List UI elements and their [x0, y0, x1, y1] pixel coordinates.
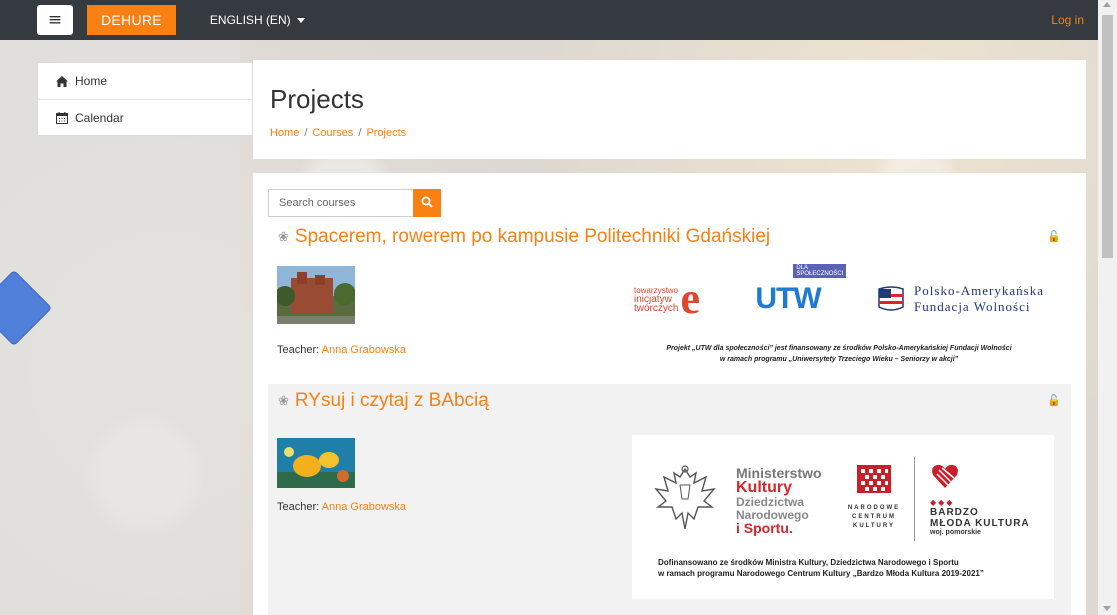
search-courses-input[interactable] — [268, 189, 413, 217]
course-title-text: RYsuj i czytaj z BAbcią — [294, 390, 489, 411]
pafw-text-line: Fundacja Wolności — [914, 299, 1031, 314]
graduation-cap-icon: ❀ — [278, 229, 289, 245]
course-image[interactable] — [277, 434, 355, 492]
page-scrollbar[interactable] — [1098, 0, 1117, 615]
graduation-cap-icon: ❀ — [278, 393, 289, 409]
breadcrumb: Home / Courses / Projects — [270, 127, 406, 139]
sponsor-caption-line: Projekt „UTW dla społeczności” jest fina… — [666, 345, 1012, 352]
breadcrumb-item-courses[interactable]: Courses — [312, 127, 353, 139]
sponsor-caption-line: Dofinansowano ze środków Ministra Kultur… — [658, 558, 959, 567]
bmk-logo: ◆◆◆ BARDZO MŁODA KULTURA woj. pomorskie — [930, 461, 1030, 536]
nck-text-line: NARODOWE — [847, 505, 901, 511]
course-title-text: Spacerem, rowerem po kampusie Politechni… — [294, 226, 771, 247]
nav-item-label: Home — [75, 74, 108, 88]
course-card: ❀ Spacerem, rowerem po kampusie Politech… — [268, 220, 1071, 366]
login-link[interactable]: Log in — [1051, 13, 1084, 27]
pafw-text-line: Polsko-Amerykańska — [914, 283, 1044, 298]
tiw-logo: towarzystwo inicjatyw twórczych e — [634, 274, 700, 323]
home-icon — [56, 75, 68, 87]
bmk-heart-icon — [932, 464, 958, 488]
sponsor-caption-line: w ramach programu Narodowego Centrum Kul… — [658, 569, 984, 578]
hamburger-icon: ≡ — [47, 10, 63, 30]
logo-divider — [914, 457, 915, 541]
utw-logo-text: UTW — [755, 282, 821, 315]
sponsor-caption: Dofinansowano ze środków Ministra Kultur… — [658, 557, 984, 579]
breadcrumb-separator: / — [358, 127, 362, 139]
teacher-info: Teacher: Anna Grabowska — [277, 344, 406, 356]
site-brand-link[interactable]: DEHURE — [87, 5, 176, 35]
nav-item-home[interactable]: Home — [38, 63, 252, 99]
teacher-name-link[interactable]: Anna Grabowska — [322, 501, 406, 513]
nck-grid-icon — [857, 465, 891, 493]
page-header: Projects Home / Courses / Projects — [253, 60, 1086, 159]
menu-toggle-button[interactable]: ≡ — [37, 5, 73, 35]
nav-item-label: Calendar — [75, 110, 124, 125]
top-navbar: ≡ DEHURE ENGLISH (EN) Log in — [0, 0, 1098, 40]
nav-item-calendar[interactable]: Calendar — [38, 99, 252, 135]
search-icon — [421, 196, 433, 211]
unlock-icon: 🔓 — [1047, 230, 1061, 243]
sponsor-banner: Ministerstwo Kultury Dziedzictwa Narodow… — [632, 435, 1054, 599]
course-title-link[interactable]: ❀ RYsuj i czytaj z BAbcią — [278, 390, 489, 412]
nck-text-line: CENTRUM — [852, 514, 896, 520]
caret-down-icon — [296, 17, 305, 23]
search-button[interactable] — [413, 189, 441, 217]
teacher-label: Teacher: — [277, 501, 320, 513]
bmk-text-line: MŁODA KULTURA — [930, 518, 1030, 529]
teacher-name-link[interactable]: Anna Grabowska — [322, 344, 406, 356]
nck-text-line: KULTURY — [853, 523, 895, 529]
teacher-label: Teacher: — [277, 344, 320, 356]
drawer-nav-list: Home Calendar — [37, 62, 253, 136]
utw-badge: DLA SPOŁECZNOŚCI — [793, 264, 847, 278]
pafw-logo: Polsko-Amerykańska Fundacja Wolności — [876, 283, 1044, 315]
page-title: Projects — [270, 84, 364, 114]
polish-eagle-emblem-icon — [654, 465, 716, 530]
ministry-logo: Ministerstwo Kultury Dziedzictwa Narodow… — [736, 466, 822, 536]
breadcrumb-item-home[interactable]: Home — [270, 127, 299, 139]
sponsor-caption: Projekt „UTW dla społeczności” jest fina… — [634, 343, 1044, 365]
ministry-text-line: Kultury — [736, 479, 792, 496]
pafw-flag-icon — [878, 286, 904, 311]
course-image[interactable] — [277, 266, 355, 324]
nck-logo: NARODOWE CENTRUM KULTURY — [844, 465, 904, 531]
course-title-link[interactable]: ❀ Spacerem, rowerem po kampusie Politech… — [278, 226, 770, 248]
scroll-down-arrow-icon[interactable] — [1103, 606, 1111, 611]
language-label: ENGLISH (EN) — [209, 13, 291, 27]
utw-logo: UTW DLA SPOŁECZNOŚCI — [755, 264, 847, 316]
breadcrumb-separator: / — [304, 127, 308, 139]
course-list-region: ❀ Spacerem, rowerem po kampusie Politech… — [253, 173, 1086, 615]
course-card: ❀ RYsuj i czytaj z BAbcią 🔓 Teacher: Ann… — [268, 384, 1071, 615]
nav-drawer: Home Calendar — [0, 40, 253, 615]
course-search — [268, 189, 441, 217]
tiw-logo-letter: e — [680, 274, 700, 323]
ministry-text-line: i Sportu. — [736, 520, 793, 536]
language-menu[interactable]: ENGLISH (EN) — [210, 13, 305, 27]
sponsor-caption-line: w ramach programu „Uniwersytety Trzecieg… — [719, 356, 959, 363]
bmk-dots-icon: ◆◆◆ — [930, 498, 955, 507]
sponsor-banner: towarzystwo inicjatyw twórczych e UTW DL… — [634, 264, 1044, 364]
unlock-icon: 🔓 — [1047, 394, 1061, 407]
scrollbar-thumb[interactable] — [1102, 15, 1113, 258]
scroll-up-arrow-icon[interactable] — [1103, 2, 1111, 7]
breadcrumb-item-projects[interactable]: Projects — [366, 127, 406, 139]
bmk-text-line: BARDZO — [930, 507, 979, 518]
bmk-text-line: woj. pomorskie — [930, 529, 981, 536]
teacher-info: Teacher: Anna Grabowska — [277, 501, 406, 513]
tiw-text-line: twórczych — [634, 302, 679, 314]
calendar-icon — [56, 111, 68, 124]
